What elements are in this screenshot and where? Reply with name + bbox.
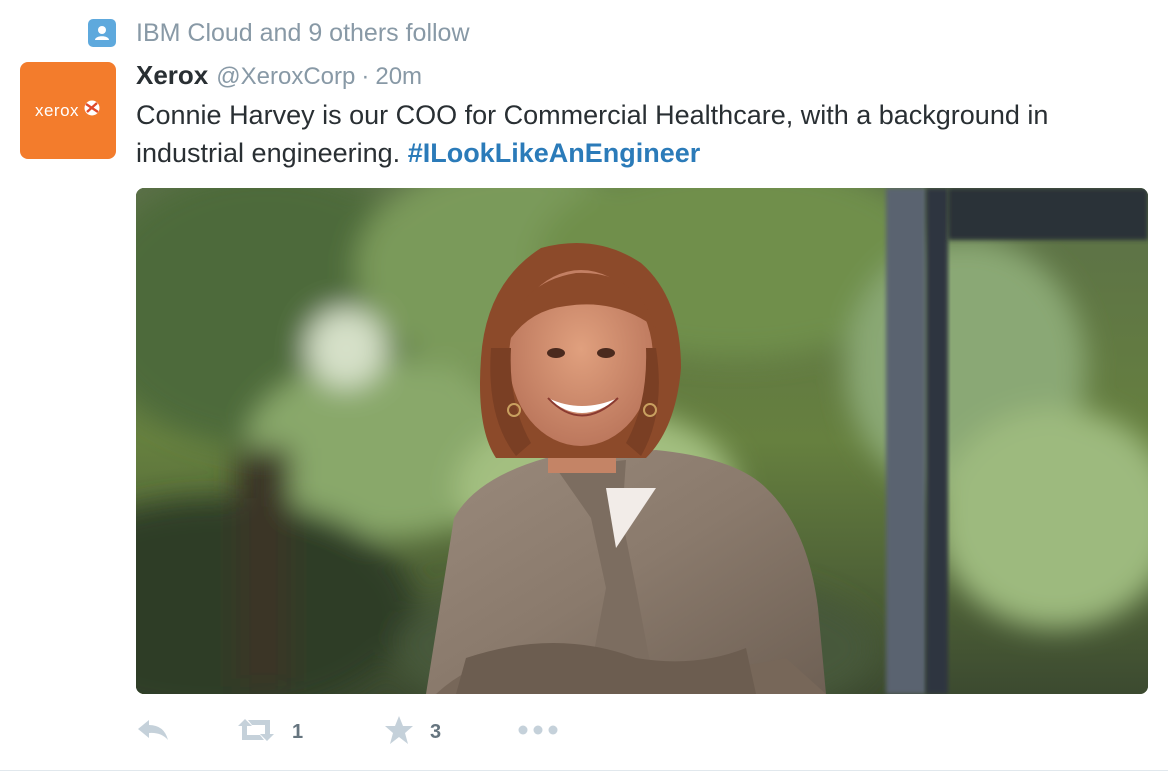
favorite-count: 3 — [430, 720, 442, 743]
reply-icon — [136, 718, 170, 747]
author-handle[interactable]: @XeroxCorp — [216, 63, 355, 91]
social-context-text[interactable]: IBM Cloud and 9 others follow — [136, 19, 470, 48]
hashtag-link[interactable]: #ILookLikeAnEngineer — [408, 138, 701, 168]
star-icon — [384, 715, 414, 750]
person-icon — [88, 19, 116, 47]
header-separator: · — [361, 63, 370, 90]
more-button[interactable] — [517, 712, 577, 752]
favorite-button[interactable]: 3 — [384, 712, 517, 752]
reply-button[interactable] — [136, 712, 236, 752]
tweet-actions: 1 3 — [136, 712, 577, 752]
author-name[interactable]: Xerox — [136, 60, 208, 91]
retweet-count: 1 — [292, 720, 304, 743]
tweet-header: Xerox @XeroxCorp · 20m — [136, 60, 422, 94]
tweet-text: Connie Harvey is our COO for Commercial … — [136, 96, 1146, 172]
xerox-logo-text: xerox — [34, 100, 80, 120]
xerox-logo-icon — [83, 99, 101, 122]
avatar[interactable]: xerox — [20, 62, 116, 159]
retweet-button[interactable]: 1 — [236, 712, 384, 752]
tweet-photo[interactable] — [136, 188, 1148, 694]
social-context: IBM Cloud and 9 others follow — [88, 17, 470, 49]
tweet: IBM Cloud and 9 others follow xerox Xero… — [0, 0, 1168, 774]
retweet-icon — [236, 718, 276, 747]
tweet-divider — [0, 770, 1168, 771]
tweet-timestamp[interactable]: 20m — [375, 63, 422, 91]
more-dots-icon — [517, 723, 559, 741]
